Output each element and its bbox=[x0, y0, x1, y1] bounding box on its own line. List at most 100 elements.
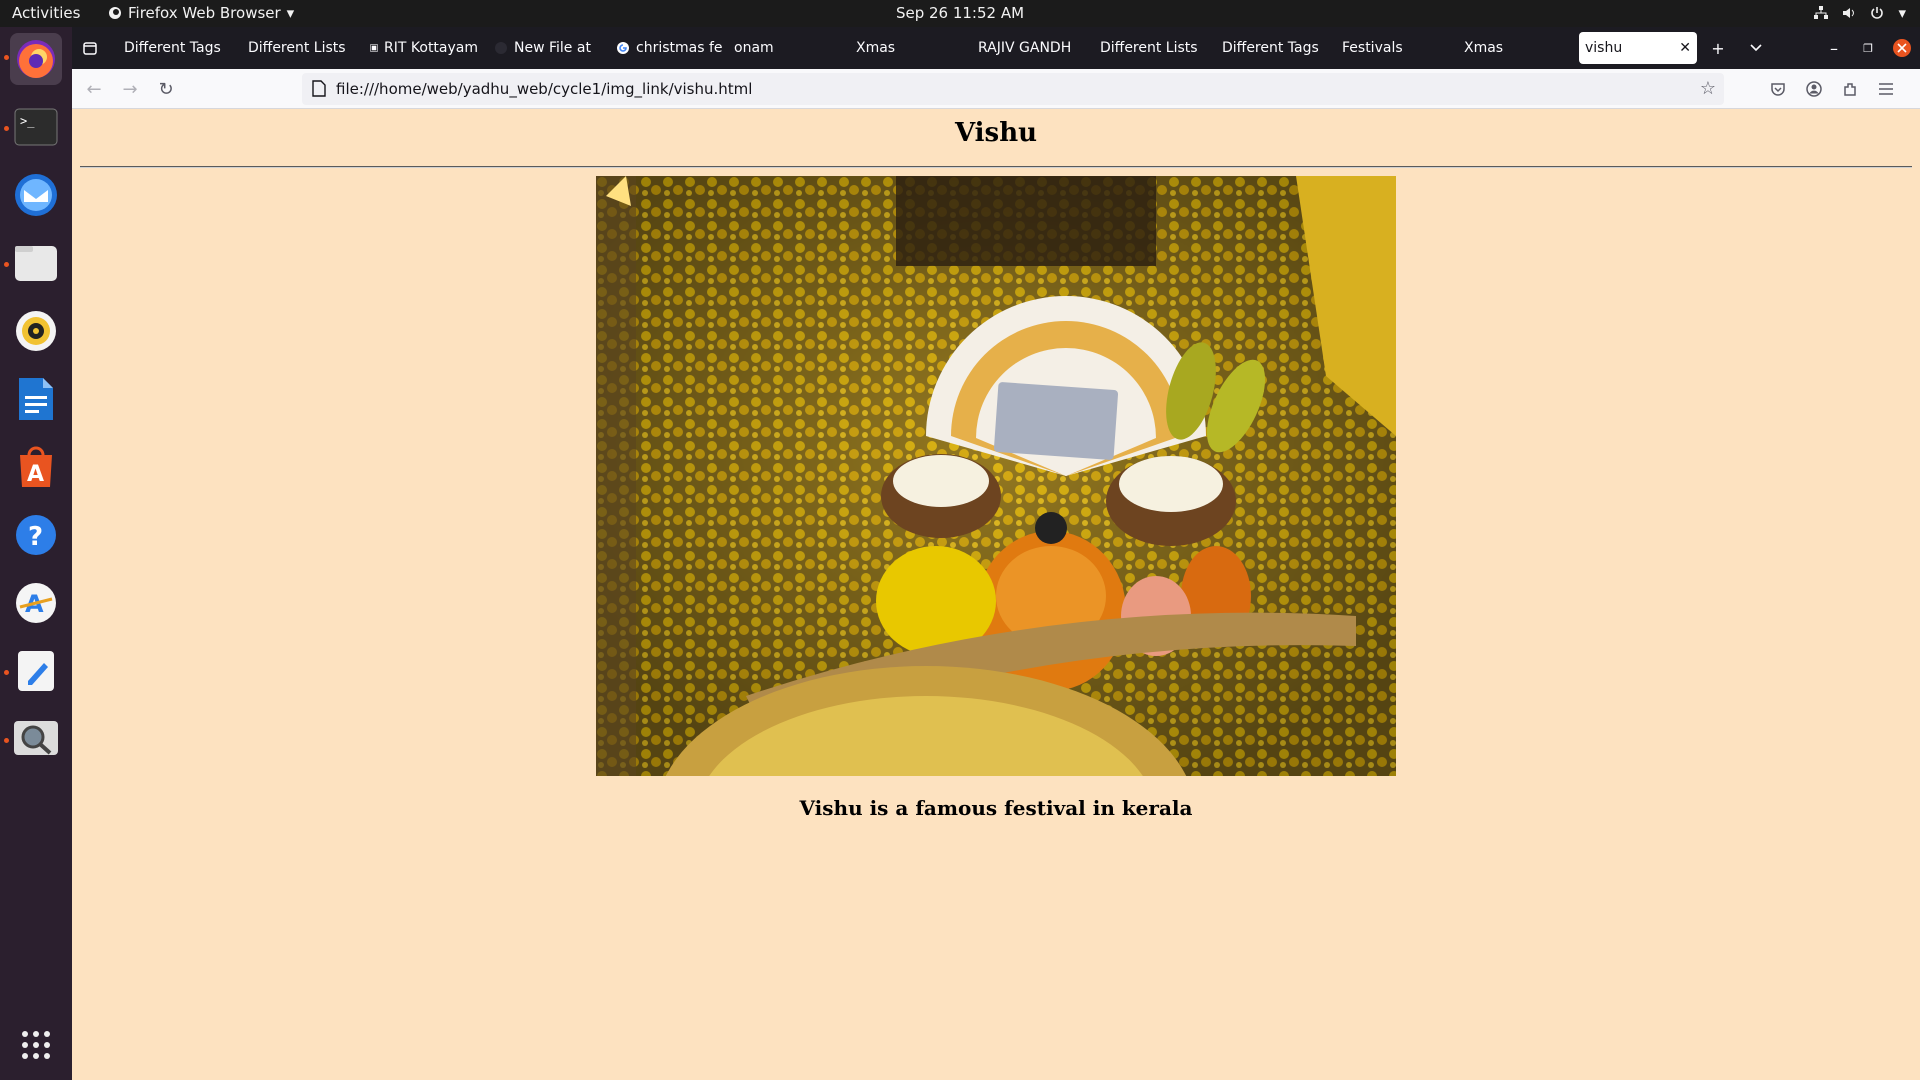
svg-text:A: A bbox=[27, 462, 44, 487]
account-icon bbox=[1806, 81, 1822, 97]
dock-files[interactable] bbox=[10, 237, 62, 289]
tab-12-active[interactable]: vishu ✕ bbox=[1579, 32, 1697, 64]
hamburger-menu-icon bbox=[1879, 83, 1893, 95]
rhythmbox-icon bbox=[16, 311, 56, 351]
dock: >_ A ? A bbox=[0, 27, 72, 1080]
horizontal-rule bbox=[80, 166, 1912, 168]
tab-label: christmas fe bbox=[636, 40, 723, 56]
tab-label: Different Tags bbox=[1222, 40, 1319, 56]
power-icon bbox=[1871, 7, 1884, 19]
thunderbird-icon bbox=[15, 174, 57, 216]
tab-1[interactable]: Different Lists bbox=[242, 32, 360, 64]
pocket-icon bbox=[1771, 83, 1785, 96]
text-editor-icon bbox=[18, 651, 54, 691]
gnome-top-bar: Activities Firefox Web Browser ▾ Sep 26 … bbox=[0, 0, 1920, 27]
network-icon bbox=[1814, 6, 1829, 19]
arrow-left-icon: ← bbox=[86, 78, 102, 100]
search-tool-icon bbox=[14, 721, 58, 755]
terminal-icon: >_ bbox=[14, 108, 58, 146]
tab-label: Xmas bbox=[1464, 40, 1504, 56]
firefox-icon bbox=[17, 40, 55, 78]
dock-text-editor[interactable] bbox=[10, 645, 62, 697]
maximize-button[interactable]: ❐ bbox=[1852, 32, 1884, 64]
app-center-icon: A bbox=[20, 446, 52, 487]
dock-show-apps[interactable] bbox=[10, 1019, 62, 1071]
google-icon bbox=[617, 42, 629, 54]
tab-label: Different Lists bbox=[1100, 40, 1198, 56]
pocket-button[interactable] bbox=[1762, 73, 1794, 105]
favicon-icon bbox=[370, 44, 378, 52]
menu-button[interactable] bbox=[1870, 73, 1902, 105]
vishu-photo bbox=[596, 176, 1396, 776]
page-icon bbox=[312, 80, 326, 97]
minimize-button[interactable]: – bbox=[1818, 32, 1850, 64]
tab-4[interactable]: christmas fe bbox=[610, 32, 730, 64]
tab-label: Different Lists bbox=[248, 40, 346, 56]
close-icon bbox=[1893, 39, 1911, 57]
tab-5[interactable]: onam bbox=[728, 32, 846, 64]
tab-label: vishu bbox=[1585, 40, 1623, 56]
dock-thunderbird[interactable] bbox=[10, 169, 62, 221]
close-tab-icon[interactable]: ✕ bbox=[1679, 40, 1691, 56]
app-menu-label: Firefox Web Browser bbox=[128, 4, 281, 22]
tab-bar: Different Tags Different Lists RIT Kotta… bbox=[72, 27, 1920, 69]
tab-7[interactable]: RAJIV GANDHI bbox=[972, 32, 1072, 64]
url-bar[interactable]: file:///home/web/yadhu_web/cycle1/img_li… bbox=[302, 73, 1724, 105]
reload-button[interactable]: ↻ bbox=[150, 73, 182, 105]
dock-terminal[interactable]: >_ bbox=[10, 101, 62, 153]
caption: Vishu is a famous festival in kerala bbox=[799, 796, 1193, 820]
firefox-small-icon bbox=[109, 7, 121, 19]
system-tray[interactable]: ▾ bbox=[1814, 4, 1906, 22]
volume-icon bbox=[1843, 8, 1855, 18]
list-all-tabs-button[interactable] bbox=[1740, 32, 1772, 64]
running-indicator bbox=[4, 262, 9, 267]
svg-text:?: ? bbox=[28, 522, 43, 552]
plus-icon: + bbox=[1711, 38, 1725, 58]
reload-icon: ↻ bbox=[158, 78, 174, 100]
tab-0[interactable]: Different Tags bbox=[118, 32, 236, 64]
back-button[interactable]: ← bbox=[78, 73, 110, 105]
dock-app-center[interactable]: A bbox=[10, 441, 62, 493]
dock-rhythmbox[interactable] bbox=[10, 305, 62, 357]
dock-firefox[interactable] bbox=[10, 33, 62, 85]
extensions-icon bbox=[1844, 83, 1856, 96]
help-icon: ? bbox=[16, 515, 56, 555]
dock-search-tool[interactable] bbox=[10, 713, 62, 765]
tab-9[interactable]: Different Tags bbox=[1216, 32, 1334, 64]
dock-writer[interactable] bbox=[10, 373, 62, 425]
tab-label: onam bbox=[734, 40, 774, 56]
chevron-down-icon: ▾ bbox=[1898, 4, 1906, 22]
activities-button[interactable]: Activities bbox=[12, 4, 80, 22]
forward-button[interactable]: → bbox=[114, 73, 146, 105]
tab-8[interactable]: Different Lists bbox=[1094, 32, 1212, 64]
firefox-window: Different Tags Different Lists RIT Kotta… bbox=[72, 27, 1920, 1080]
dock-help[interactable]: ? bbox=[10, 509, 62, 561]
new-tab-button[interactable]: + bbox=[1702, 32, 1734, 64]
tab-label: Festivals bbox=[1342, 40, 1403, 56]
tab-label: New File at bbox=[514, 40, 591, 56]
dock-software[interactable]: A bbox=[10, 577, 62, 629]
tab-10[interactable]: Festivals bbox=[1336, 32, 1454, 64]
software-icon: A bbox=[16, 583, 56, 623]
page-title: Vishu bbox=[954, 118, 1038, 148]
tab-3[interactable]: New File at bbox=[488, 32, 608, 64]
tab-2[interactable]: RIT Kottayam bbox=[364, 32, 484, 64]
arrow-right-icon: → bbox=[122, 78, 138, 100]
tab-label: Xmas bbox=[856, 40, 896, 56]
files-icon bbox=[15, 246, 57, 281]
app-menu[interactable]: Firefox Web Browser ▾ bbox=[108, 4, 294, 22]
show-apps-icon bbox=[22, 1031, 50, 1059]
running-indicator bbox=[4, 55, 9, 60]
close-window-button[interactable] bbox=[1886, 32, 1918, 64]
extensions-button[interactable] bbox=[1834, 73, 1866, 105]
account-button[interactable] bbox=[1798, 73, 1830, 105]
restore-icon: ❐ bbox=[1863, 41, 1873, 55]
running-indicator bbox=[4, 670, 9, 675]
firefox-view-icon bbox=[83, 42, 97, 55]
clock[interactable]: Sep 26 11:52 AM bbox=[896, 4, 1024, 22]
tab-11[interactable]: Xmas bbox=[1458, 32, 1576, 64]
firefox-view-button[interactable] bbox=[74, 32, 106, 64]
page-content: Vishu Vishu is a famous festival in kera… bbox=[72, 110, 1920, 1080]
bookmark-star-icon[interactable]: ☆ bbox=[1700, 78, 1716, 99]
tab-6[interactable]: Xmas bbox=[850, 32, 968, 64]
